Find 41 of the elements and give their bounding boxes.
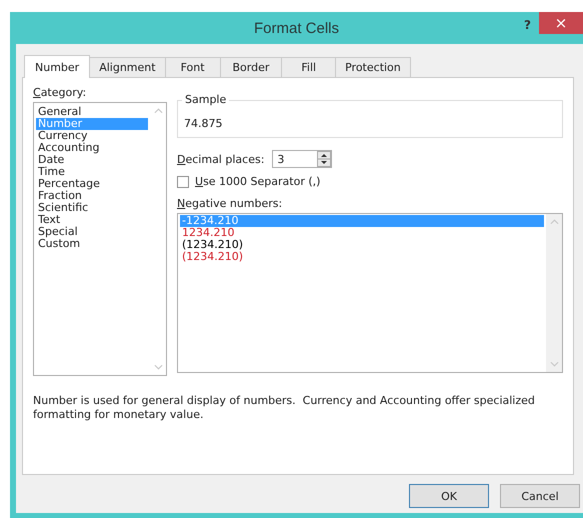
tab[interactable]: Alignment xyxy=(89,57,166,77)
help-button[interactable]: ? xyxy=(524,18,531,32)
window-title: Format Cells xyxy=(254,20,339,36)
category-label: Category: xyxy=(33,86,88,99)
list-item[interactable]: Currency xyxy=(36,130,148,142)
list-item[interactable]: Date xyxy=(36,154,148,166)
tab[interactable]: Number xyxy=(24,55,90,78)
list-item[interactable]: Special xyxy=(36,226,148,238)
list-item[interactable]: Accounting xyxy=(36,142,148,154)
sample-value: 74.875 xyxy=(184,117,222,130)
negative-numbers-list[interactable]: -1234.210 1234.210 (1234.210) (1234.210) xyxy=(177,213,563,373)
list-item[interactable]: 1234.210 xyxy=(180,227,544,239)
tab[interactable]: Font xyxy=(164,57,221,77)
decimal-places-spinner[interactable]: 3 xyxy=(272,150,332,168)
scroll-down-icon[interactable] xyxy=(550,361,558,367)
spin-arrows-icon[interactable] xyxy=(317,151,332,167)
list-item[interactable]: General xyxy=(36,106,148,118)
list-item[interactable]: Scientific xyxy=(36,202,148,214)
list-item[interactable]: (1234.210) xyxy=(180,251,544,263)
scroll-down-icon[interactable] xyxy=(154,364,162,370)
tab[interactable]: Protection xyxy=(335,57,411,77)
list-item[interactable]: Time xyxy=(36,166,148,178)
tab[interactable]: Fill xyxy=(281,57,336,77)
separator-label: Use 1000 Separator (,) xyxy=(195,175,320,188)
list-item[interactable]: (1234.210) xyxy=(180,239,544,251)
negative-numbers-label: Negative numbers: xyxy=(177,197,284,210)
sample-label: Sample xyxy=(182,93,230,106)
list-item[interactable]: Percentage xyxy=(36,178,148,190)
cancel-button[interactable]: Cancel xyxy=(500,484,580,508)
list-item[interactable]: Fraction xyxy=(36,190,148,202)
description-text: Number is used for general display of numbers. Currency and Accounting offer specialized formatting for monetary value. xyxy=(33,394,536,422)
category-list[interactable]: General Number Currency Accounting Date Time Percentage Fraction Scientific Text Special Custom xyxy=(33,102,167,376)
ok-button[interactable]: OK xyxy=(409,484,489,508)
scroll-up-icon[interactable] xyxy=(550,219,558,225)
list-item[interactable]: Text xyxy=(36,214,148,226)
tab[interactable]: Border xyxy=(220,57,282,77)
list-item[interactable]: Custom xyxy=(36,238,148,250)
scroll-up-icon[interactable] xyxy=(154,108,162,114)
decimal-places-label: Decimal places: xyxy=(177,152,264,166)
checkbox[interactable] xyxy=(177,176,189,188)
close-button[interactable]: × xyxy=(539,12,583,34)
